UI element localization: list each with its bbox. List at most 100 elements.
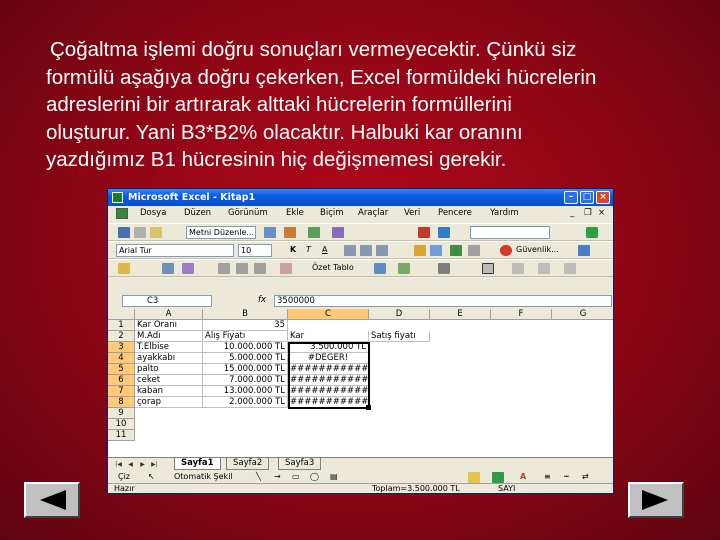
- column-header[interactable]: A: [135, 309, 203, 320]
- previous-slide-button[interactable]: [24, 482, 80, 518]
- percent-icon[interactable]: [430, 245, 442, 256]
- cell-b4[interactable]: 5.000.000 TL: [203, 353, 288, 364]
- workbook-icon[interactable]: [116, 208, 128, 219]
- field-settings-icon[interactable]: [564, 263, 576, 274]
- row-header[interactable]: 10: [108, 419, 135, 430]
- last-sheet-icon[interactable]: ▶|: [150, 460, 159, 469]
- cell-c2[interactable]: Kar: [288, 331, 369, 342]
- column-header[interactable]: G: [552, 309, 613, 320]
- align-center-icon[interactable]: [360, 245, 372, 256]
- font-size-combo[interactable]: 10: [238, 244, 272, 257]
- pointer-icon[interactable]: ↖: [148, 472, 155, 481]
- doc-minimize-icon[interactable]: _: [570, 208, 574, 218]
- hyperlink-icon[interactable]: [438, 227, 450, 238]
- cell-a1[interactable]: Kar Oranı: [135, 320, 203, 331]
- brightness-icon[interactable]: [236, 263, 248, 274]
- cell-b5[interactable]: 15.000.000 TL: [203, 364, 288, 375]
- cell-a3[interactable]: T.Elbise: [135, 342, 203, 353]
- column-header[interactable]: C: [288, 309, 369, 320]
- first-sheet-icon[interactable]: |◀: [114, 460, 123, 469]
- pivot-chart-icon[interactable]: [374, 263, 386, 274]
- row-header[interactable]: 6: [108, 375, 135, 386]
- row-header[interactable]: 7: [108, 386, 135, 397]
- select-all-corner[interactable]: [108, 309, 135, 320]
- close-button[interactable]: ×: [596, 191, 610, 204]
- textbox-icon[interactable]: ▤: [330, 472, 338, 481]
- row-header[interactable]: 8: [108, 397, 135, 408]
- menu-ekle[interactable]: Ekle: [286, 208, 304, 218]
- name-box[interactable]: C3: [122, 295, 212, 307]
- column-header[interactable]: E: [430, 309, 491, 320]
- cell-a2[interactable]: M.Adı: [135, 331, 203, 342]
- save-icon[interactable]: [118, 227, 130, 238]
- print-icon[interactable]: [134, 227, 146, 238]
- align-left-icon[interactable]: [344, 245, 356, 256]
- doc-close-icon[interactable]: ×: [598, 208, 605, 218]
- line-color-icon[interactable]: [492, 472, 504, 483]
- column-header[interactable]: B: [203, 309, 288, 320]
- row-header[interactable]: 4: [108, 353, 135, 364]
- italic-button[interactable]: T: [306, 245, 311, 254]
- cell-b2[interactable]: Alış Fiyatı: [203, 331, 288, 342]
- contrast-icon[interactable]: [254, 263, 266, 274]
- fx-icon[interactable]: fx: [258, 295, 266, 305]
- line-style-icon[interactable]: ≡: [544, 472, 551, 481]
- font-color-icon[interactable]: A: [520, 472, 526, 481]
- row-header[interactable]: 3: [108, 342, 135, 353]
- menu-bicim[interactable]: Biçim: [320, 208, 344, 218]
- sheet-tab-sayfa1[interactable]: Sayfa1: [174, 458, 221, 470]
- sheet-tab-sayfa3[interactable]: Sayfa3: [278, 458, 322, 470]
- cell-c5[interactable]: ############: [288, 364, 369, 375]
- cell-b8[interactable]: 2.000.000 TL: [203, 397, 288, 408]
- menu-yardim[interactable]: Yardım: [490, 208, 519, 218]
- column-header[interactable]: D: [369, 309, 430, 320]
- show-detail-icon[interactable]: [512, 263, 524, 274]
- pivot-table-button[interactable]: Özet Tablo: [312, 263, 354, 272]
- rectangle-icon[interactable]: ▭: [292, 472, 300, 481]
- row-header[interactable]: 5: [108, 364, 135, 375]
- wizard-icon[interactable]: [398, 263, 410, 274]
- style-combo[interactable]: [470, 226, 550, 239]
- cell-b1[interactable]: 35: [203, 320, 288, 331]
- rotate-icon[interactable]: [280, 263, 292, 274]
- fill-color-icon[interactable]: [450, 245, 462, 256]
- next-slide-button[interactable]: [628, 482, 684, 518]
- security-button[interactable]: Güvenlik...: [516, 245, 559, 254]
- pen-icon[interactable]: [586, 227, 598, 238]
- open-folder-icon[interactable]: [118, 263, 130, 274]
- row-header[interactable]: 11: [108, 430, 135, 441]
- edit-text-box[interactable]: Metni Düzenle...: [186, 226, 256, 239]
- row-header[interactable]: 2: [108, 331, 135, 342]
- cell-b3[interactable]: 10.000.000 TL: [203, 342, 288, 353]
- excel-app-icon[interactable]: [112, 192, 123, 203]
- cell-a7[interactable]: kaban: [135, 386, 203, 397]
- align-right-icon[interactable]: [376, 245, 388, 256]
- arrow-icon[interactable]: →: [274, 472, 281, 481]
- cell-a5[interactable]: palto: [135, 364, 203, 375]
- autoshapes-button[interactable]: Otomatik Şekil: [174, 472, 233, 481]
- underline-button[interactable]: A: [322, 245, 327, 254]
- menu-veri[interactable]: Veri: [404, 208, 420, 218]
- prev-sheet-icon[interactable]: ◀: [126, 460, 135, 469]
- wordart-icon[interactable]: [308, 227, 320, 238]
- menu-duzen[interactable]: Düzen: [184, 208, 211, 218]
- refresh-icon[interactable]: [438, 263, 450, 274]
- minimize-button[interactable]: –: [564, 191, 578, 204]
- line-icon[interactable]: ╲: [256, 472, 261, 481]
- draw-menu-button[interactable]: Çiz: [118, 472, 130, 481]
- font-name-combo[interactable]: Arial Tur: [116, 244, 234, 257]
- menu-gorunum[interactable]: Görünüm: [228, 208, 268, 218]
- picture-icon[interactable]: [162, 263, 174, 274]
- cell-b6[interactable]: 7.000.000 TL: [203, 375, 288, 386]
- undo-icon[interactable]: [418, 227, 430, 238]
- menu-pencere[interactable]: Pencere: [438, 208, 472, 218]
- borders-icon[interactable]: [468, 245, 480, 256]
- fill-handle[interactable]: [366, 405, 371, 410]
- cell-c4[interactable]: #DEĞER!: [288, 353, 369, 364]
- maximize-button[interactable]: □: [580, 191, 594, 204]
- hide-detail-icon[interactable]: [538, 263, 550, 274]
- cell-b7[interactable]: 13.000.000 TL: [203, 386, 288, 397]
- oval-icon[interactable]: ◯: [310, 472, 319, 481]
- cell-d2[interactable]: Satış fiyatı: [369, 331, 430, 342]
- sheet-tab-sayfa2[interactable]: Sayfa2: [226, 458, 270, 470]
